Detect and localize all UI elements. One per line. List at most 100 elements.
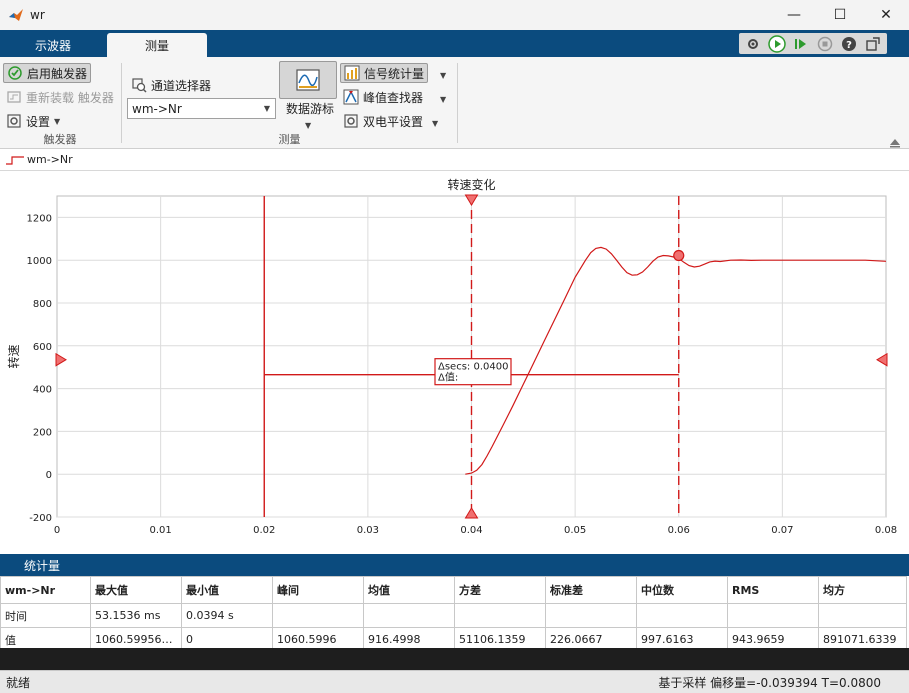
window-titlebar: wr — ☐ ✕ <box>0 0 909 30</box>
status-bar: 就绪 基于采样 偏移量=-0.039394 T=0.0800 <box>0 670 909 693</box>
stats-header-cell: 方差 <box>454 576 546 604</box>
table-cell <box>454 603 546 628</box>
data-cursor-menu-button[interactable]: ▼ <box>302 115 314 135</box>
peak-finder-button[interactable]: 峰值查找器 <box>340 87 426 107</box>
trigger-section: 启用触发器 重新装载 触发器 设置 ▼ 触发器 <box>0 57 120 149</box>
cursor-annotation-delta-value: Δ值: <box>438 371 458 384</box>
y-tick-label: 800 <box>33 299 52 310</box>
table-cell: 0.0394 s <box>181 603 273 628</box>
chevron-down-icon: ▼ <box>263 104 270 113</box>
bilevel-icon <box>344 114 358 128</box>
x-tick-label: 0.01 <box>149 525 171 536</box>
chart-title: 转速变化 <box>447 177 495 192</box>
stats-header-cell: 最大值 <box>90 576 182 604</box>
legend-series-label[interactable]: wm->Nr <box>27 153 73 166</box>
stats-header-cell: 标准差 <box>545 576 637 604</box>
channel-select[interactable]: wm->Nr ▼ <box>127 98 276 119</box>
y-tick-label: 1000 <box>27 256 52 267</box>
signal-stats-label: 信号统计量 <box>364 66 425 81</box>
x-tick-label: 0.07 <box>771 525 793 536</box>
signal-stats-icon <box>344 65 360 81</box>
stats-header-cell: 最小值 <box>181 576 273 604</box>
maximize-button[interactable]: ☐ <box>817 0 863 30</box>
undock-icon[interactable] <box>863 35 883 53</box>
tab-measure[interactable]: 测量 <box>107 33 207 57</box>
channel-selector-icon <box>132 78 147 93</box>
x-tick-label: 0 <box>54 525 60 536</box>
cursor-annotation-delta-secs: Δsecs: 0.0400 <box>438 362 508 373</box>
scope-plot[interactable]: 转速变化转速 0 0.01 0.02 0.03 0.04 0.05 0.06 0.07 0.08 -… <box>0 171 909 554</box>
table-cell <box>272 603 364 628</box>
data-cursor-label: 数据游标 <box>286 101 335 116</box>
table-cell <box>727 603 819 628</box>
signal-stats-button[interactable]: 信号统计量 <box>340 63 429 83</box>
channel-selector-label-row: 通道选择器 <box>128 75 214 95</box>
y-axis-label: 转速 <box>6 344 21 368</box>
quick-access-toolbar: ? <box>739 33 887 54</box>
y-tick-label: 600 <box>33 342 52 353</box>
legend-bar: wm->Nr <box>0 149 909 171</box>
cursor-marker-dot <box>673 249 685 262</box>
ribbon-divider <box>457 63 458 143</box>
x-tick-label: 0.03 <box>357 525 379 536</box>
ribbon-tabbar: 示波器 测量 ? <box>0 30 909 57</box>
table-cell <box>636 603 728 628</box>
stats-panel-footer <box>0 648 909 670</box>
x-tick-label: 0.06 <box>668 525 690 536</box>
tab-scope[interactable]: 示波器 <box>3 33 103 57</box>
window-title: wr <box>30 8 45 22</box>
measure-section-label: 测量 <box>278 133 301 146</box>
run-icon[interactable] <box>767 34 787 53</box>
y-tick-label: 400 <box>33 385 52 396</box>
help-icon[interactable]: ? <box>839 35 859 53</box>
status-left-text: 就绪 <box>6 675 31 690</box>
bilevel-menu-button[interactable]: ▼ <box>429 113 441 133</box>
trigger-settings-button[interactable]: 设置 ▼ <box>3 111 63 131</box>
rearm-icon <box>7 91 21 103</box>
y-tick-label: 0 <box>46 470 52 481</box>
stats-header-row: wm->Nr 最大值 最小值 峰间 均值 方差 标准差 中位数 RMS 均方 <box>0 576 907 604</box>
signal-stats-menu-button[interactable]: ▼ <box>437 65 449 85</box>
chevron-down-icon: ▼ <box>432 118 439 128</box>
enable-trigger-label: 启用触发器 <box>27 66 88 81</box>
trigger-enable-icon <box>8 66 22 80</box>
peak-finder-menu-button[interactable]: ▼ <box>437 89 449 109</box>
stop-icon[interactable] <box>815 35 835 53</box>
bilevel-settings-button[interactable]: 双电平设置 <box>340 111 426 131</box>
peak-finder-icon <box>343 89 359 105</box>
peak-finder-label: 峰值查找器 <box>363 90 424 105</box>
table-row[interactable]: 时间 53.1536 ms 0.0394 s <box>0 603 907 628</box>
stats-title: 统计量 <box>24 558 61 573</box>
channel-selector-label: 通道选择器 <box>151 78 212 93</box>
enable-trigger-button[interactable]: 启用触发器 <box>3 63 92 83</box>
close-button[interactable]: ✕ <box>863 0 909 30</box>
stats-header-cell: wm->Nr <box>0 576 91 604</box>
y-tick-label: 1200 <box>27 213 52 224</box>
svg-text:?: ? <box>846 40 852 51</box>
plot-area: 转速变化 转速 0 0.01 0.02 0.03 0.04 0.05 0.06 0.07 0.08 -… <box>0 171 909 554</box>
table-cell <box>363 603 455 628</box>
step-forward-icon[interactable] <box>791 35 811 53</box>
data-cursor-icon <box>296 69 320 91</box>
stats-header-cell: RMS <box>727 576 819 604</box>
collapse-icon <box>890 139 900 148</box>
rearm-trigger-button[interactable]: 重新装载 触发器 <box>3 87 117 107</box>
chevron-down-icon: ▼ <box>305 120 312 130</box>
x-tick-label: 0.08 <box>875 525 897 536</box>
minimize-button[interactable]: — <box>771 0 817 30</box>
table-cell <box>818 603 907 628</box>
chevron-down-icon: ▼ <box>440 94 447 104</box>
channel-select-value: wm->Nr <box>132 101 182 116</box>
status-right-text: 基于采样 偏移量=-0.039394 T=0.0800 <box>658 675 881 690</box>
chevron-down-icon: ▼ <box>440 70 447 80</box>
x-tick-label: 0.04 <box>460 525 482 536</box>
stats-table: wm->Nr 最大值 最小值 峰间 均值 方差 标准差 中位数 RMS 均方 时… <box>0 576 907 652</box>
matlab-logo-icon <box>9 9 23 21</box>
stats-header-cell: 峰间 <box>272 576 364 604</box>
y-tick-label: 200 <box>33 427 52 438</box>
data-cursor-button[interactable] <box>279 61 337 99</box>
stats-header-cell: 均方 <box>818 576 907 604</box>
settings-gear-icon[interactable] <box>743 35 763 53</box>
ribbon-panel: 启用触发器 重新装载 触发器 设置 ▼ 触发器 测量 通道选择器 wm->Nr … <box>0 57 909 149</box>
y-tick-label: -200 <box>29 513 52 524</box>
